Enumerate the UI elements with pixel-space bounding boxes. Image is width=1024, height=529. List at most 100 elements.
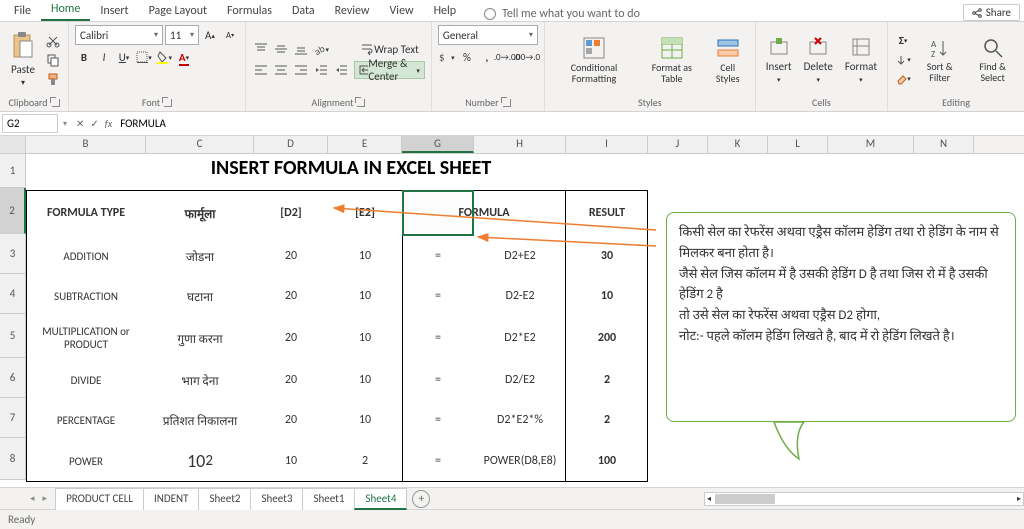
clipboard-launcher[interactable]: [52, 99, 60, 107]
group-number: General▾ $▾ % , .0→.00 .00→.0 Number: [432, 22, 545, 111]
font-size-combo[interactable]: 11▾: [165, 25, 199, 45]
tab-pagelayout[interactable]: Page Layout: [139, 1, 217, 21]
horizontal-scrollbar[interactable]: ◂▸: [704, 492, 1024, 506]
col-header-E[interactable]: E: [328, 136, 402, 153]
delete-cells-button[interactable]: Delete▾: [800, 34, 837, 86]
find-select-button[interactable]: Find & Select: [967, 35, 1018, 85]
border-button[interactable]: ▾: [135, 48, 153, 66]
align-bottom-button[interactable]: [292, 40, 310, 58]
merge-center-button[interactable]: Merge & Center ▾: [354, 61, 425, 79]
italic-button[interactable]: I: [95, 48, 113, 66]
autosum-button[interactable]: Σ ▾: [894, 32, 912, 50]
tab-review[interactable]: Review: [325, 1, 380, 21]
align-center-button[interactable]: [272, 61, 290, 79]
sheet-tab-Sheet3[interactable]: Sheet3: [250, 488, 303, 510]
format-cells-button[interactable]: Format▾: [841, 34, 881, 86]
font-name-combo[interactable]: Calibri▾: [75, 25, 163, 45]
new-sheet-button[interactable]: +: [412, 490, 430, 508]
eraser-icon: [895, 73, 907, 85]
decrease-font-button[interactable]: A▾: [221, 26, 239, 44]
fill-color-button[interactable]: ▾: [155, 48, 173, 66]
row-header-1[interactable]: 1: [0, 154, 26, 188]
tab-nav-first[interactable]: ◂: [30, 493, 35, 504]
col-header-N[interactable]: N: [914, 136, 974, 153]
svg-text:Z: Z: [931, 49, 935, 59]
fmt-icon: [850, 36, 872, 58]
col-header-M[interactable]: M: [828, 136, 914, 153]
increase-font-button[interactable]: A▴: [201, 26, 219, 44]
sheet-title: INSERT FORMULA IN EXCEL SHEET: [66, 156, 636, 180]
tab-formulas[interactable]: Formulas: [217, 1, 282, 21]
row-header-8[interactable]: 8: [0, 438, 26, 480]
align-right-button[interactable]: [292, 61, 310, 79]
share-button[interactable]: Share: [963, 4, 1020, 21]
accounting-button[interactable]: $▾: [438, 48, 456, 66]
row-header-7[interactable]: 7: [0, 398, 26, 438]
format-painter-button[interactable]: [44, 70, 62, 88]
sheet-tab-Sheet2[interactable]: Sheet2: [198, 488, 251, 510]
sheet-tab-INDENT[interactable]: INDENT: [143, 488, 199, 510]
col-header-B[interactable]: B: [26, 136, 146, 153]
copy-button[interactable]: [44, 51, 62, 69]
col-header-C[interactable]: C: [146, 136, 254, 153]
col-header-J[interactable]: J: [648, 136, 708, 153]
tab-help[interactable]: Help: [424, 1, 467, 21]
ii-icon: [334, 63, 348, 77]
sheet-tab-Sheet4[interactable]: Sheet4: [354, 488, 407, 510]
tab-insert[interactable]: Insert: [90, 1, 138, 21]
col-header-I[interactable]: I: [566, 136, 648, 153]
font-color-button[interactable]: A▾: [175, 48, 193, 66]
cancel-formula-button[interactable]: ✕: [76, 117, 84, 130]
row-header-6[interactable]: 6: [0, 358, 26, 398]
align-middle-button[interactable]: [272, 40, 290, 58]
fx-button[interactable]: fx: [105, 117, 112, 130]
sheet-tab-PRODUCT CELL[interactable]: PRODUCT CELL: [55, 488, 144, 510]
orientation-button[interactable]: ab▾: [312, 40, 330, 58]
decrease-decimal-button[interactable]: .00→.0: [518, 48, 536, 66]
increase-indent-button[interactable]: [332, 61, 350, 79]
tab-home[interactable]: Home: [41, 0, 90, 21]
clear-button[interactable]: ▾: [894, 70, 912, 88]
formula-input[interactable]: [118, 115, 1024, 132]
tab-data[interactable]: Data: [282, 1, 325, 21]
tell-me[interactable]: Tell me what you want to do: [484, 7, 640, 21]
tab-nav-last[interactable]: ▸: [43, 493, 48, 504]
row-header-5[interactable]: 5: [0, 314, 26, 358]
tab-file[interactable]: File: [4, 1, 41, 21]
alignment-launcher[interactable]: [357, 99, 365, 107]
cell-styles-button[interactable]: Cell Styles: [707, 34, 749, 86]
row-header-4[interactable]: 4: [0, 274, 26, 314]
chevron-down-icon[interactable]: ▾: [60, 119, 70, 129]
col-header-D[interactable]: D: [254, 136, 328, 153]
sheet-tab-Sheet1[interactable]: Sheet1: [302, 488, 355, 510]
insert-cells-button[interactable]: Insert▾: [762, 34, 796, 86]
spreadsheet-grid[interactable]: BCDEGHIJKLMN 12345678 INSERT FORMULA IN …: [0, 136, 1024, 487]
percent-button[interactable]: %: [458, 48, 476, 66]
sheet-tabs: ◂ ▸ PRODUCT CELLINDENTSheet2Sheet3Sheet1…: [0, 487, 1024, 509]
enter-formula-button[interactable]: ✓: [90, 117, 98, 130]
align-left-button[interactable]: [252, 61, 270, 79]
tab-view[interactable]: View: [380, 1, 424, 21]
select-all-corner[interactable]: [0, 136, 26, 153]
format-as-table-button[interactable]: Format as Table: [641, 34, 703, 86]
col-header-H[interactable]: H: [474, 136, 566, 153]
row-header-2[interactable]: 2: [0, 188, 26, 234]
conditional-formatting-button[interactable]: Conditional Formatting: [551, 34, 637, 86]
number-launcher[interactable]: [503, 99, 511, 107]
number-format-combo[interactable]: General▾: [438, 25, 538, 45]
cut-button[interactable]: [44, 32, 62, 50]
row-header-3[interactable]: 3: [0, 234, 26, 274]
col-header-L[interactable]: L: [768, 136, 828, 153]
name-box[interactable]: [2, 114, 58, 133]
bold-button[interactable]: B: [75, 48, 93, 66]
underline-button[interactable]: U ▾: [115, 48, 133, 66]
fill-button[interactable]: ▾: [894, 51, 912, 69]
decrease-indent-button[interactable]: [312, 61, 330, 79]
col-header-K[interactable]: K: [708, 136, 768, 153]
col-header-G[interactable]: G: [402, 136, 474, 153]
wrap-text-button[interactable]: Wrap Text: [354, 40, 425, 58]
paste-button[interactable]: Paste ▾: [6, 29, 40, 90]
align-top-button[interactable]: [252, 40, 270, 58]
font-launcher[interactable]: [164, 99, 172, 107]
sort-filter-button[interactable]: AZSort & Filter: [916, 35, 963, 85]
